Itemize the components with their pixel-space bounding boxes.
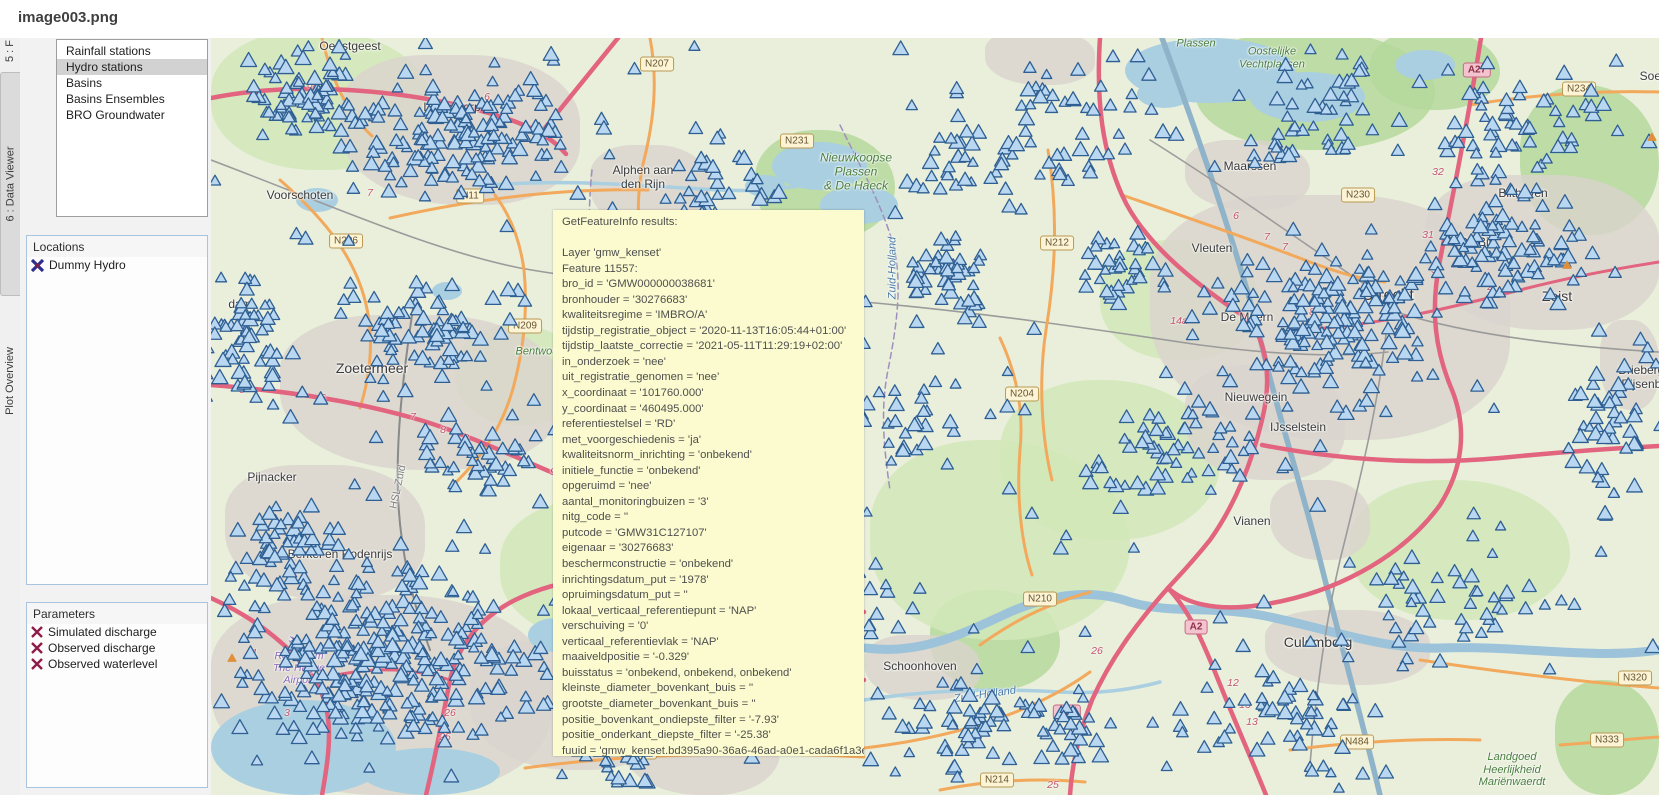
location-marker-icon bbox=[31, 259, 44, 272]
layer-item-basins-ensembles[interactable]: Basins Ensembles bbox=[57, 91, 207, 107]
location-item-label: Dummy Hydro bbox=[49, 258, 126, 272]
parameters-list[interactable]: Simulated discharge Observed discharge O… bbox=[27, 624, 207, 672]
x-marker-icon bbox=[31, 658, 43, 670]
tab-label: 6 : Data Viewer bbox=[5, 146, 17, 221]
sidebar: Rainfall stationsHydro stationsBasinsBas… bbox=[20, 38, 211, 795]
layer-item-bro-groundwater[interactable]: BRO Groundwater bbox=[57, 107, 207, 123]
parameter-item-label: Simulated discharge bbox=[48, 625, 157, 639]
getfeatureinfo-popup: GetFeatureInfo results: Layer 'gmw_kense… bbox=[553, 210, 864, 756]
locations-panel-title: Locations bbox=[27, 236, 207, 257]
locations-list[interactable]: Dummy Hydro bbox=[27, 257, 207, 273]
map-canvas[interactable]: OegstgeestLeiderdorpVoorschotenAlphen aa… bbox=[211, 38, 1659, 795]
tab-label: 5 : F bbox=[4, 40, 16, 62]
parameter-item[interactable]: Observed discharge bbox=[27, 640, 207, 656]
tab-plot-overview[interactable]: Plot Overview bbox=[0, 318, 19, 443]
vertical-tab-strip: 5 : F 6 : Data Viewer Plot Overview bbox=[0, 38, 21, 795]
tab-5-f[interactable]: 5 : F bbox=[0, 38, 19, 64]
layer-item-basins[interactable]: Basins bbox=[57, 75, 207, 91]
parameters-panel: Parameters Simulated discharge Observed … bbox=[26, 602, 208, 788]
window-title: image003.png bbox=[18, 9, 118, 26]
location-item[interactable]: Dummy Hydro bbox=[27, 257, 207, 273]
parameters-panel-title: Parameters bbox=[27, 603, 207, 624]
application-window: image003.png 5 : F 6 : Data Viewer Plot Ov… bbox=[0, 0, 1659, 795]
tab-label: Plot Overview bbox=[4, 347, 16, 415]
layer-item-hydro-stations[interactable]: Hydro stations bbox=[57, 59, 207, 75]
map-markers-layer[interactable] bbox=[211, 38, 1659, 795]
locations-panel: Locations Dummy Hydro bbox=[26, 235, 208, 585]
parameter-item-label: Observed discharge bbox=[48, 641, 155, 655]
title-bar: image003.png bbox=[0, 0, 1659, 38]
parameter-item-label: Observed waterlevel bbox=[48, 657, 157, 671]
parameter-item[interactable]: Observed waterlevel bbox=[27, 656, 207, 672]
layer-item-rainfall-stations[interactable]: Rainfall stations bbox=[57, 43, 207, 59]
x-marker-icon bbox=[31, 642, 43, 654]
x-marker-icon bbox=[31, 626, 43, 638]
parameter-item[interactable]: Simulated discharge bbox=[27, 624, 207, 640]
tab-6-data-viewer[interactable]: 6 : Data Viewer bbox=[0, 72, 20, 296]
layers-listbox[interactable]: Rainfall stationsHydro stationsBasinsBas… bbox=[56, 39, 208, 217]
